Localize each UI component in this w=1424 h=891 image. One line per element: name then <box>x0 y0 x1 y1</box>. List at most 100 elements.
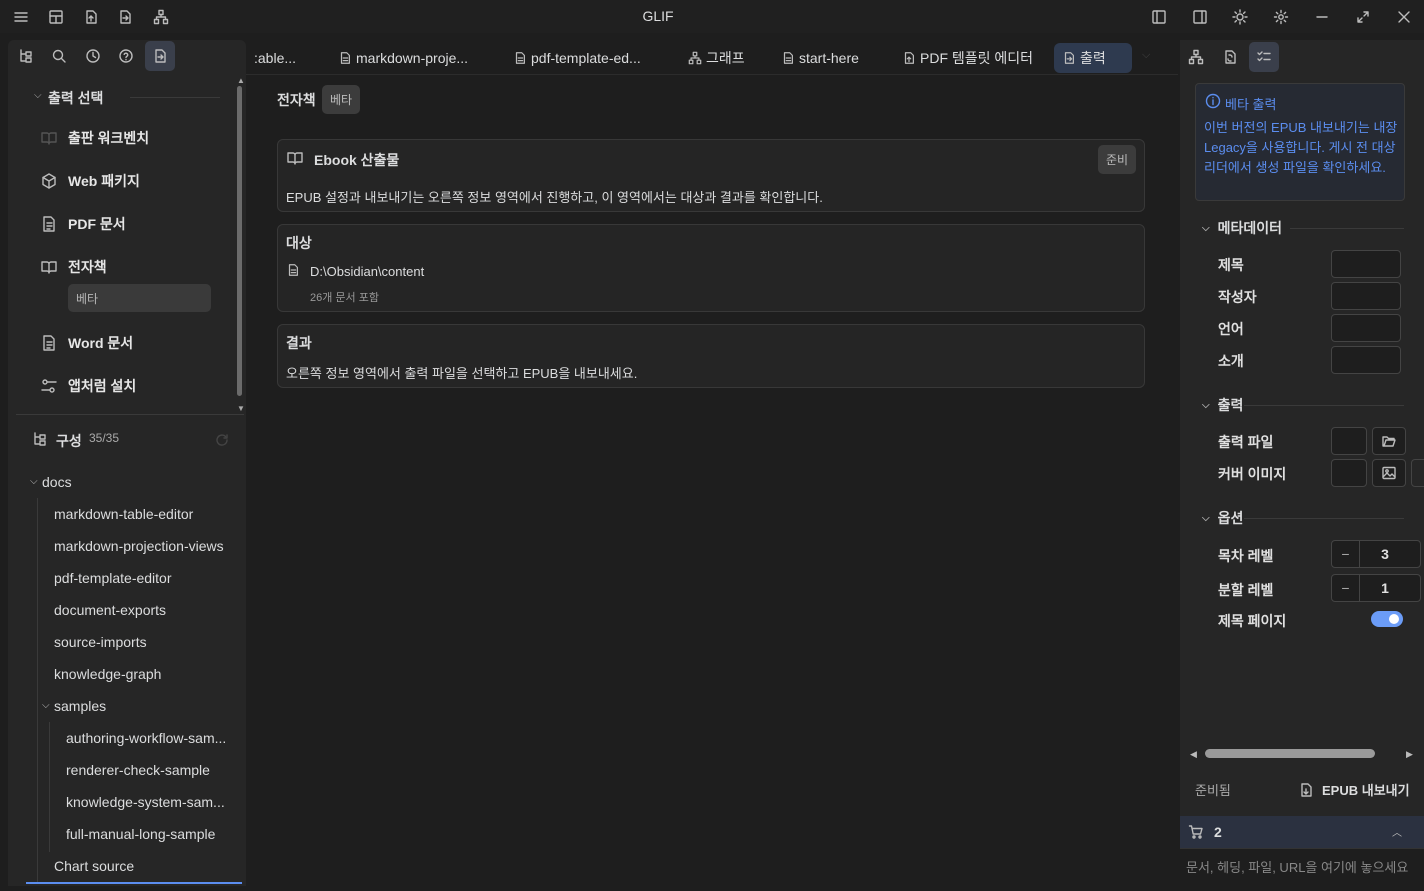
tab-recent[interactable] <box>78 41 108 71</box>
maximize-icon[interactable] <box>1353 7 1373 27</box>
scroll-left-arrow[interactable]: ◀ <box>1190 749 1197 760</box>
tab-files[interactable] <box>11 41 41 71</box>
field-label: 분할 레벨 <box>1218 582 1274 598</box>
sliders-icon <box>41 379 57 393</box>
tree-item[interactable]: full-manual-long-sample <box>66 826 238 842</box>
cart-count: 2 <box>1214 824 1222 840</box>
chevron-up-icon[interactable]: ︿ <box>1392 824 1402 839</box>
drop-zone[interactable]: 문서, 헤딩, 파일, URL을 여기에 놓으세요 <box>1180 848 1424 891</box>
tree-item[interactable]: markdown-projection-views <box>54 538 239 554</box>
tab-file-link[interactable] <box>1215 42 1245 72</box>
chevron-down-icon: ⌵ <box>1202 399 1210 411</box>
cover-image-input[interactable] <box>1331 459 1367 487</box>
search-icon <box>52 49 66 63</box>
scroll-right-arrow[interactable]: ▶ <box>1406 749 1413 760</box>
group-title: 옵션 <box>1217 510 1244 526</box>
tab-output[interactable] <box>145 41 175 71</box>
tab-graph[interactable]: 그래프 <box>680 43 753 73</box>
file-icon <box>340 52 350 64</box>
refresh-icon[interactable] <box>214 432 230 448</box>
tabbar-divider <box>246 74 1178 75</box>
tab-overflow-chevron-icon[interactable]: ⌵ <box>1142 49 1150 62</box>
status-badge: 준비 <box>1098 145 1137 174</box>
sidebar-divider <box>16 414 244 415</box>
tab-pdf-template-editor[interactable]: PDF 템플릿 에디터 <box>894 43 1041 73</box>
tree-item[interactable]: Chart source <box>54 858 239 874</box>
theme-sun-icon[interactable] <box>1230 7 1250 27</box>
chevron-down-icon[interactable]: ⌵ <box>30 476 38 487</box>
output-item-ebook[interactable]: 전자책 <box>8 253 238 281</box>
tab-start-here[interactable]: start-here <box>773 43 867 73</box>
tree-item[interactable]: pdf-template-editor <box>54 570 239 586</box>
clock-icon <box>86 49 100 63</box>
output-file-input[interactable] <box>1331 427 1367 455</box>
browse-image-button[interactable] <box>1372 459 1406 487</box>
title-page-toggle[interactable] <box>1371 611 1403 627</box>
scroll-down-arrow[interactable]: ▼ <box>237 404 245 413</box>
tree-folder-docs[interactable]: docs <box>42 474 72 490</box>
tree-item[interactable]: knowledge-graph <box>54 666 239 682</box>
right-sidebar-toggle-icon[interactable] <box>1190 7 1210 27</box>
right-hscrollbar-thumb[interactable] <box>1205 749 1375 758</box>
decrement-button[interactable]: − <box>1332 541 1360 567</box>
author-input[interactable] <box>1331 282 1401 310</box>
scroll-up-arrow[interactable]: ▲ <box>237 76 245 85</box>
export-epub-button[interactable]: EPUB 내보내기 <box>1298 780 1410 799</box>
checklist-icon <box>1257 51 1271 62</box>
description-input[interactable] <box>1331 346 1401 374</box>
cart-bar[interactable]: 2 ︿ <box>1180 816 1424 848</box>
output-label: Word 문서 <box>68 335 134 351</box>
output-group[interactable]: ⌵ 출력 <box>1202 395 1243 415</box>
card-title: 대상 <box>286 235 312 251</box>
target-path[interactable]: D:\Obsidian\content <box>310 264 424 279</box>
options-group[interactable]: ⌵ 옵션 <box>1202 508 1243 528</box>
field-label: 소개 <box>1218 353 1244 369</box>
card-description: EPUB 설정과 내보내기는 오른쪽 정보 영역에서 진행하고, 이 영역에서는… <box>286 190 823 205</box>
file-upload-icon <box>904 52 914 64</box>
left-sidebar-toggle-icon[interactable] <box>1149 7 1169 27</box>
tab-help[interactable] <box>111 41 141 71</box>
output-item-workbench[interactable]: 출판 워크벤치 <box>8 124 238 152</box>
tab-table-editor[interactable]: :able... <box>246 43 304 73</box>
settings-gear-icon[interactable] <box>1271 7 1291 27</box>
field-label: 커버 이미지 <box>1218 466 1287 482</box>
tab-markdown-projection[interactable]: markdown-proje... <box>330 43 476 73</box>
tree-item[interactable]: source-imports <box>54 634 239 650</box>
tab-search[interactable] <box>44 41 74 71</box>
output-item-install[interactable]: 앱처럼 설치 <box>8 372 238 400</box>
decrement-button[interactable]: − <box>1332 575 1360 601</box>
output-item-pdf[interactable]: PDF 문서 <box>8 210 238 238</box>
output-item-web[interactable]: Web 패키지 <box>8 167 238 195</box>
output-label: 전자책 <box>68 259 107 275</box>
tab-pdf-template[interactable]: pdf-template-ed... <box>505 43 649 73</box>
output-item-word[interactable]: Word 문서 <box>8 329 238 357</box>
cart-icon <box>1188 825 1203 839</box>
tab-checklist[interactable] <box>1249 42 1279 72</box>
tree-item[interactable]: markdown-table-editor <box>54 506 239 522</box>
toc-level-stepper[interactable]: − 3 <box>1331 540 1421 568</box>
chevron-down-icon[interactable]: ⌵ <box>34 90 42 101</box>
language-input[interactable] <box>1331 314 1401 342</box>
tree-folder-samples[interactable]: samples <box>54 698 106 714</box>
title-input[interactable] <box>1331 250 1401 278</box>
title-bar: GLIF <box>0 0 1424 33</box>
tab-label: pdf-template-ed... <box>531 50 641 66</box>
tab-label: :able... <box>254 50 297 66</box>
browse-folder-button[interactable] <box>1372 427 1406 455</box>
minimize-icon[interactable] <box>1312 7 1332 27</box>
split-level-stepper[interactable]: − 1 <box>1331 574 1421 602</box>
tab-output[interactable]: 출력 <box>1054 43 1132 73</box>
extra-field-edge[interactable] <box>1411 459 1424 487</box>
tree-item[interactable]: authoring-workflow-sam... <box>66 730 238 746</box>
metadata-group[interactable]: ⌵ 메타데이터 <box>1202 218 1282 238</box>
tree-item[interactable]: knowledge-system-sam... <box>66 794 238 810</box>
output-section-title: 출력 선택 <box>48 90 104 106</box>
chevron-down-icon[interactable]: ⌵ <box>42 700 50 711</box>
field-label: 제목 페이지 <box>1218 613 1287 629</box>
tree-item[interactable]: renderer-check-sample <box>66 762 238 778</box>
tree-item[interactable]: document-exports <box>54 602 239 618</box>
close-icon[interactable] <box>1394 7 1414 27</box>
left-scrollbar-thumb[interactable] <box>237 86 242 396</box>
graph-icon <box>1188 49 1204 65</box>
tab-graph[interactable] <box>1181 42 1211 72</box>
